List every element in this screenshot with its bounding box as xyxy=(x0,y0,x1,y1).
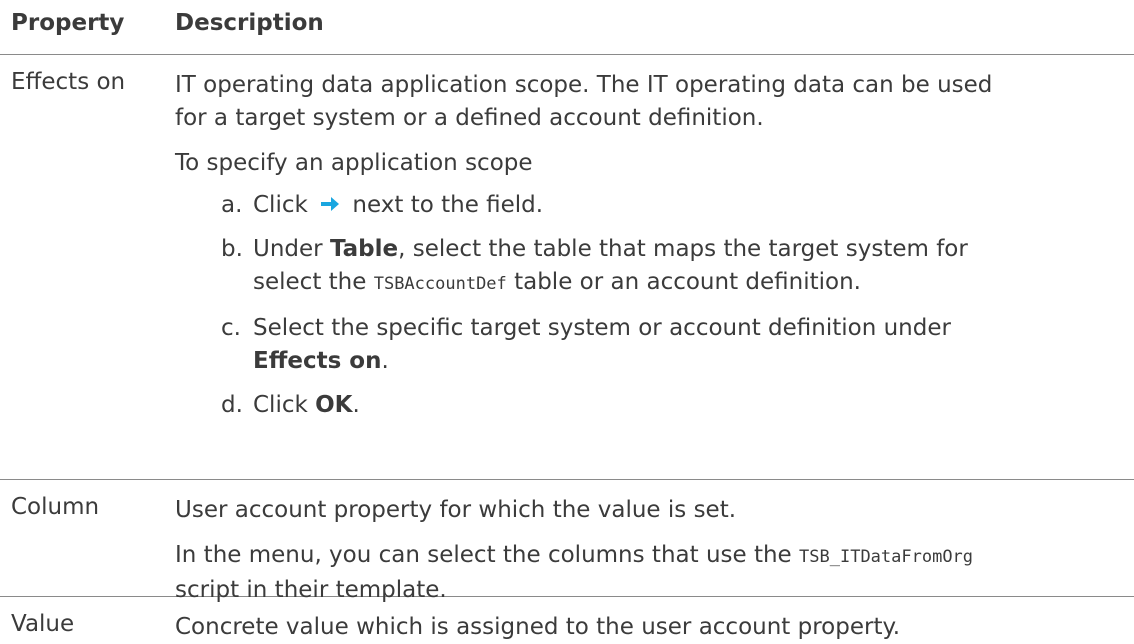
step-text: Click xyxy=(253,392,316,418)
ui-term: OK xyxy=(315,392,353,418)
description-text: User account property for which the valu… xyxy=(175,497,737,523)
list-item: d. Click OK. xyxy=(175,389,1125,422)
step-text: Click xyxy=(253,192,316,218)
step-marker: d. xyxy=(221,392,243,418)
header-description: Description xyxy=(175,10,324,36)
description-cell: IT operating data application scope. The… xyxy=(175,69,1125,422)
step-text: . xyxy=(352,392,360,418)
list-item: a. Click next to the field. xyxy=(175,189,1125,222)
description-line: IT operating data application scope. The… xyxy=(175,72,993,98)
description-text: Concrete value which is assigned to the … xyxy=(175,614,901,640)
property-table: Property Description Effects on IT opera… xyxy=(0,0,1134,640)
step-marker: c. xyxy=(221,315,241,341)
step-text: , select the table that maps the target … xyxy=(398,236,968,262)
description-line: for a target system or a defined account… xyxy=(175,105,764,131)
step-text: select the xyxy=(253,269,374,295)
description-text: IT operating data application scope. The… xyxy=(175,69,1125,135)
ui-term: Table xyxy=(329,236,399,262)
table-row: Value Concrete value which is assigned t… xyxy=(0,597,1134,640)
code-term: TSB_ITDataFromOrg xyxy=(799,547,974,567)
right-arrow-icon xyxy=(321,196,340,211)
property-value: Value xyxy=(11,611,75,637)
step-text: . xyxy=(381,348,389,374)
step-text: next to the field. xyxy=(345,192,544,218)
description-cell: Concrete value which is assigned to the … xyxy=(175,611,1125,644)
step-text: Select the specific target system or acc… xyxy=(253,315,951,341)
list-item: b. Under Table, select the table that ma… xyxy=(175,233,1125,301)
step-marker: b. xyxy=(221,236,243,262)
description-cell: User account property for which the valu… xyxy=(175,494,1125,607)
table-row: Effects on IT operating data application… xyxy=(0,55,1134,480)
list-item: c. Select the specific target system or … xyxy=(175,312,1125,378)
step-text: table or an account definition. xyxy=(506,269,861,295)
header-property: Property xyxy=(11,10,125,36)
ui-term: Effects on xyxy=(253,348,382,374)
description-line: In the menu, you can select the columns … xyxy=(175,542,800,568)
code-term: TSBAccountDef xyxy=(373,274,507,294)
procedure-heading: To specify an application scope xyxy=(175,150,533,176)
table-header: Property Description xyxy=(0,0,1134,55)
table-row: Column User account property for which t… xyxy=(0,480,1134,603)
property-effects-on: Effects on xyxy=(11,69,126,95)
step-text: Under xyxy=(253,236,330,262)
step-marker: a. xyxy=(221,192,243,218)
property-column: Column xyxy=(11,494,100,520)
